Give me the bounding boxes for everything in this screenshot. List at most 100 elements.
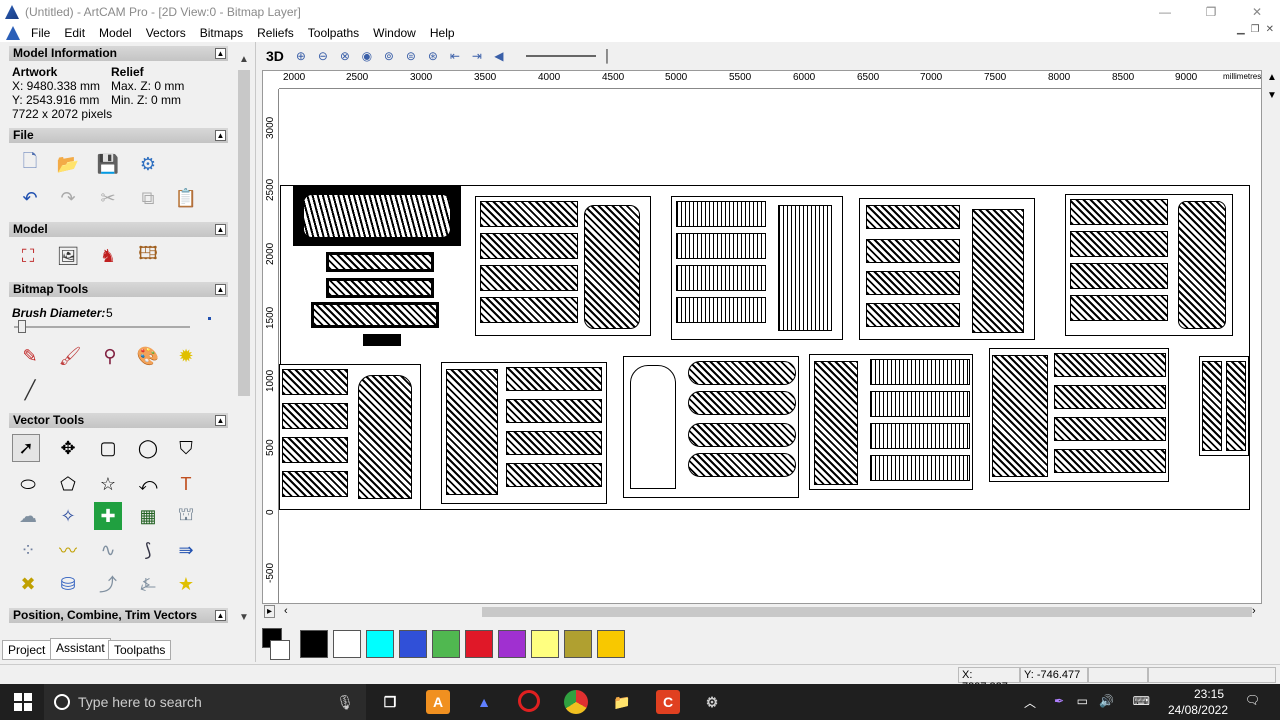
task-view-icon[interactable]: ❐ <box>378 690 402 714</box>
redo-icon[interactable]: ↷ <box>54 184 82 212</box>
pen-icon[interactable]: ✒ <box>1054 694 1064 708</box>
import-image-icon[interactable]: 🖽 <box>134 242 162 270</box>
scroll-left-icon[interactable]: ‹ <box>284 605 288 617</box>
opera-icon[interactable] <box>518 690 540 712</box>
brush-slider-thumb[interactable] <box>18 320 26 333</box>
snap-icon[interactable]: ✖ <box>14 570 42 598</box>
vector-library-icon[interactable]: ✧ <box>54 502 82 530</box>
mdi-close-button[interactable]: ✕ <box>1266 24 1274 35</box>
node-edit-icon[interactable]: ⁘ <box>14 536 42 564</box>
paint-icon[interactable]: 🖌 <box>56 342 84 370</box>
microphone-icon[interactable]: 🎙 <box>336 694 354 711</box>
scroll-down-icon[interactable]: ▼ <box>1267 90 1277 101</box>
text-tool-icon[interactable]: T <box>172 470 200 498</box>
menu-vectors[interactable]: Vectors <box>139 26 193 40</box>
zoom-in-icon[interactable]: ⊕ <box>291 47 311 65</box>
layer-down-icon[interactable]: ⇥ <box>467 47 487 65</box>
color-swatch[interactable] <box>465 630 493 658</box>
color-swatch[interactable] <box>432 630 460 658</box>
model-settings-icon[interactable]: ⚙ <box>134 150 162 178</box>
ellipse-icon[interactable]: ⬭ <box>14 470 42 498</box>
zoom-box-icon[interactable]: ⊗ <box>335 47 355 65</box>
polygon-icon[interactable]: ⬠ <box>54 470 82 498</box>
canvas-horizontal-scrollbar[interactable]: ▸ ‹ › <box>262 604 1262 620</box>
tab-project[interactable]: Project <box>2 640 52 660</box>
2d-view-canvas[interactable]: 2000 2500 3000 3500 4000 4500 5000 5500 … <box>262 70 1262 604</box>
menu-help[interactable]: Help <box>423 26 462 40</box>
open-folder-icon[interactable]: 📂 <box>54 150 82 178</box>
slider-handle-icon[interactable]: │ <box>604 49 612 63</box>
minimize-button[interactable]: — <box>1142 0 1188 24</box>
rectangle-icon[interactable]: ▢ <box>94 434 122 462</box>
notifications-icon[interactable]: 🗨 <box>1245 693 1260 707</box>
color-swatch[interactable] <box>564 630 592 658</box>
add-vector-icon[interactable]: ✚ <box>94 502 122 530</box>
restore-button[interactable]: ❐ <box>1188 0 1234 24</box>
paste-icon[interactable]: 📋 <box>172 184 200 212</box>
model-info-header[interactable]: Model Information ▲ <box>9 46 228 61</box>
zoom-fit-icon[interactable]: ⊛ <box>423 47 443 65</box>
layers-icon[interactable]: ⛁ <box>54 570 82 598</box>
close-button[interactable]: ✕ <box>1234 0 1280 24</box>
current-colors[interactable] <box>262 628 290 660</box>
menu-window[interactable]: Window <box>366 26 423 40</box>
chrome-icon[interactable] <box>564 690 588 714</box>
keyboard-icon[interactable]: ⌨ <box>1133 694 1150 708</box>
color-swatch[interactable] <box>531 630 559 658</box>
flood-fill-icon[interactable]: ✹ <box>172 342 200 370</box>
eyedropper-icon[interactable]: ⚲ <box>96 342 124 370</box>
file-explorer-icon[interactable]: 📁 <box>610 690 634 714</box>
file-header[interactable]: File ▲ <box>9 128 228 143</box>
star-icon[interactable]: ☆ <box>94 470 122 498</box>
collapse-icon[interactable]: ▲ <box>215 284 226 295</box>
bezier-icon[interactable]: ⟆ <box>134 536 162 564</box>
color-swatch[interactable] <box>597 630 625 658</box>
draw-line-icon[interactable]: ╱ <box>16 376 44 404</box>
menu-reliefs[interactable]: Reliefs <box>250 26 301 40</box>
3d-view-button[interactable]: 3D <box>266 48 284 64</box>
blend-slider[interactable] <box>525 55 596 57</box>
horizontal-scroll-thumb[interactable] <box>482 607 1252 617</box>
brush-slider-track[interactable] <box>14 326 190 328</box>
star-vector-icon[interactable]: ★ <box>172 570 200 598</box>
menu-bitmaps[interactable]: Bitmaps <box>193 26 250 40</box>
scroll-up-icon[interactable]: ▲ <box>238 54 250 66</box>
color-swatch[interactable] <box>399 630 427 658</box>
canvas-vertical-scrollbar[interactable]: ▲ ▼ <box>1264 70 1280 604</box>
zoom-previous-icon[interactable]: ◉ <box>357 47 377 65</box>
color-swatch[interactable] <box>300 630 328 658</box>
collapse-icon[interactable]: ▲ <box>215 224 226 235</box>
collapse-icon[interactable]: ▲ <box>215 130 226 141</box>
clock-time[interactable]: 23:15 <box>1194 687 1224 701</box>
vector-tools-header[interactable]: Vector Tools ▲ <box>9 413 228 428</box>
position-header[interactable]: Position, Combine, Trim Vectors ▲ <box>9 608 228 623</box>
collapse-icon[interactable]: ▲ <box>215 610 226 621</box>
copy-icon[interactable]: ⧉ <box>134 184 162 212</box>
palette-icon[interactable]: 🎨 <box>134 342 162 370</box>
save-icon[interactable]: 💾 <box>94 150 122 178</box>
circle-icon[interactable]: ◯ <box>134 434 162 462</box>
collapse-icon[interactable]: ▲ <box>215 415 226 426</box>
arc-icon[interactable]: ⤺ <box>134 470 162 498</box>
set-model-size-icon[interactable]: ⛶ <box>14 242 42 270</box>
mdi-minimize-button[interactable]: ▁ <box>1237 24 1245 35</box>
smooth-curve-icon[interactable]: 〰 <box>54 536 82 564</box>
windows-start-icon[interactable] <box>14 693 32 711</box>
arrow-vector-icon[interactable]: ⇛ <box>172 536 200 564</box>
menu-edit[interactable]: Edit <box>57 26 92 40</box>
bitmap-to-vector-icon[interactable]: ☁ <box>14 502 42 530</box>
select-arrow-icon[interactable]: ➚ <box>12 434 40 462</box>
mdi-restore-button[interactable]: ❐ <box>1251 24 1260 35</box>
menu-toolpaths[interactable]: Toolpaths <box>301 26 366 40</box>
panel-scroll-thumb[interactable] <box>238 70 250 396</box>
cut-icon[interactable]: ✂ <box>94 184 122 212</box>
color-relief-icon[interactable]: ♞ <box>94 242 122 270</box>
snap-toggle-icon[interactable]: ◀ <box>489 47 509 65</box>
pan-icon[interactable]: ⊚ <box>379 47 399 65</box>
volume-icon[interactable]: 🔊 <box>1099 694 1114 708</box>
pencil-icon[interactable]: ✎ <box>16 342 44 370</box>
tab-toolpaths[interactable]: Toolpaths <box>108 640 172 660</box>
transform-icon[interactable]: ✥ <box>54 434 82 462</box>
color-swatch[interactable] <box>366 630 394 658</box>
layer-up-icon[interactable]: ⇤ <box>445 47 465 65</box>
